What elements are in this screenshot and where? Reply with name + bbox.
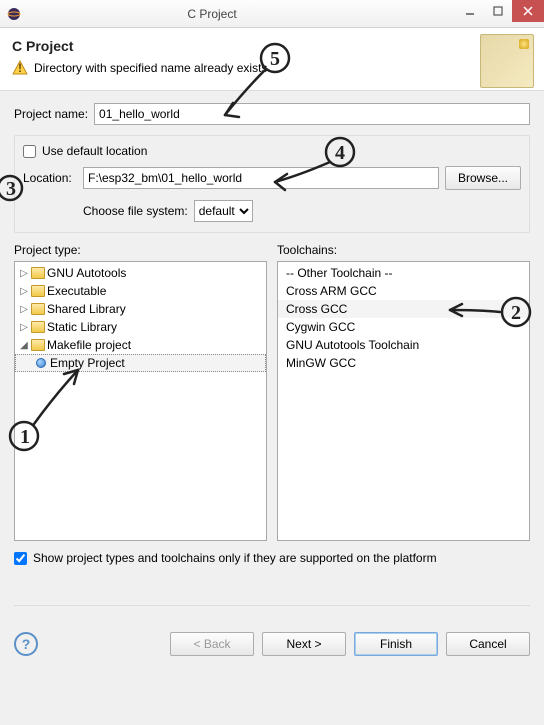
- warning-icon: !: [12, 60, 28, 76]
- finish-button[interactable]: Finish: [354, 632, 438, 656]
- project-icon: [36, 358, 46, 368]
- folder-icon: [31, 303, 45, 315]
- folder-icon: [31, 267, 45, 279]
- project-name-input[interactable]: [94, 103, 530, 125]
- toolchain-cross-arm-gcc[interactable]: Cross ARM GCC: [278, 282, 529, 300]
- toolchain-cross-gcc[interactable]: Cross GCC: [278, 300, 529, 318]
- toolchains-list[interactable]: -- Other Toolchain -- Cross ARM GCC Cros…: [277, 261, 530, 541]
- filter-supported-checkbox[interactable]: [14, 552, 27, 565]
- location-input[interactable]: [83, 167, 439, 189]
- svg-text:!: !: [18, 61, 22, 75]
- tree-item-static-library[interactable]: ▷Static Library: [15, 318, 266, 336]
- location-label: Location:: [23, 171, 77, 185]
- project-type-label: Project type:: [14, 243, 267, 257]
- use-default-location-checkbox[interactable]: [23, 145, 36, 158]
- back-button[interactable]: < Back: [170, 632, 254, 656]
- eclipse-icon: [6, 6, 22, 22]
- folder-icon: [31, 321, 45, 333]
- folder-icon: [31, 339, 45, 351]
- minimize-button[interactable]: [456, 0, 484, 22]
- project-name-label: Project name:: [14, 107, 88, 121]
- close-button[interactable]: [512, 0, 544, 22]
- toolchain-mingw-gcc[interactable]: MinGW GCC: [278, 354, 529, 372]
- filesystem-select[interactable]: default: [194, 200, 253, 222]
- maximize-button[interactable]: [484, 0, 512, 22]
- toolchain-gnu-autotools[interactable]: GNU Autotools Toolchain: [278, 336, 529, 354]
- tree-item-gnu-autotools[interactable]: ▷GNU Autotools: [15, 264, 266, 282]
- tree-item-empty-project[interactable]: Empty Project: [15, 354, 266, 372]
- tree-item-executable[interactable]: ▷Executable: [15, 282, 266, 300]
- use-default-location-label: Use default location: [42, 144, 147, 158]
- filesystem-label: Choose file system:: [83, 204, 188, 218]
- warning-text: Directory with specified name already ex…: [34, 61, 271, 75]
- tree-item-makefile-project[interactable]: ◢Makefile project: [15, 336, 266, 354]
- toolchain-cygwin-gcc[interactable]: Cygwin GCC: [278, 318, 529, 336]
- page-title: C Project: [12, 38, 532, 54]
- tree-item-shared-library[interactable]: ▷Shared Library: [15, 300, 266, 318]
- filter-supported-label: Show project types and toolchains only i…: [33, 551, 437, 565]
- window-title: C Project: [28, 7, 456, 21]
- folder-icon: [31, 285, 45, 297]
- project-type-tree[interactable]: ▷GNU Autotools ▷Executable ▷Shared Libra…: [14, 261, 267, 541]
- toolchains-label: Toolchains:: [277, 243, 530, 257]
- help-button[interactable]: ?: [14, 632, 38, 656]
- wizard-banner-image: [480, 34, 534, 88]
- cancel-button[interactable]: Cancel: [446, 632, 530, 656]
- browse-button[interactable]: Browse...: [445, 166, 521, 190]
- toolchain-other[interactable]: -- Other Toolchain --: [278, 264, 529, 282]
- next-button[interactable]: Next >: [262, 632, 346, 656]
